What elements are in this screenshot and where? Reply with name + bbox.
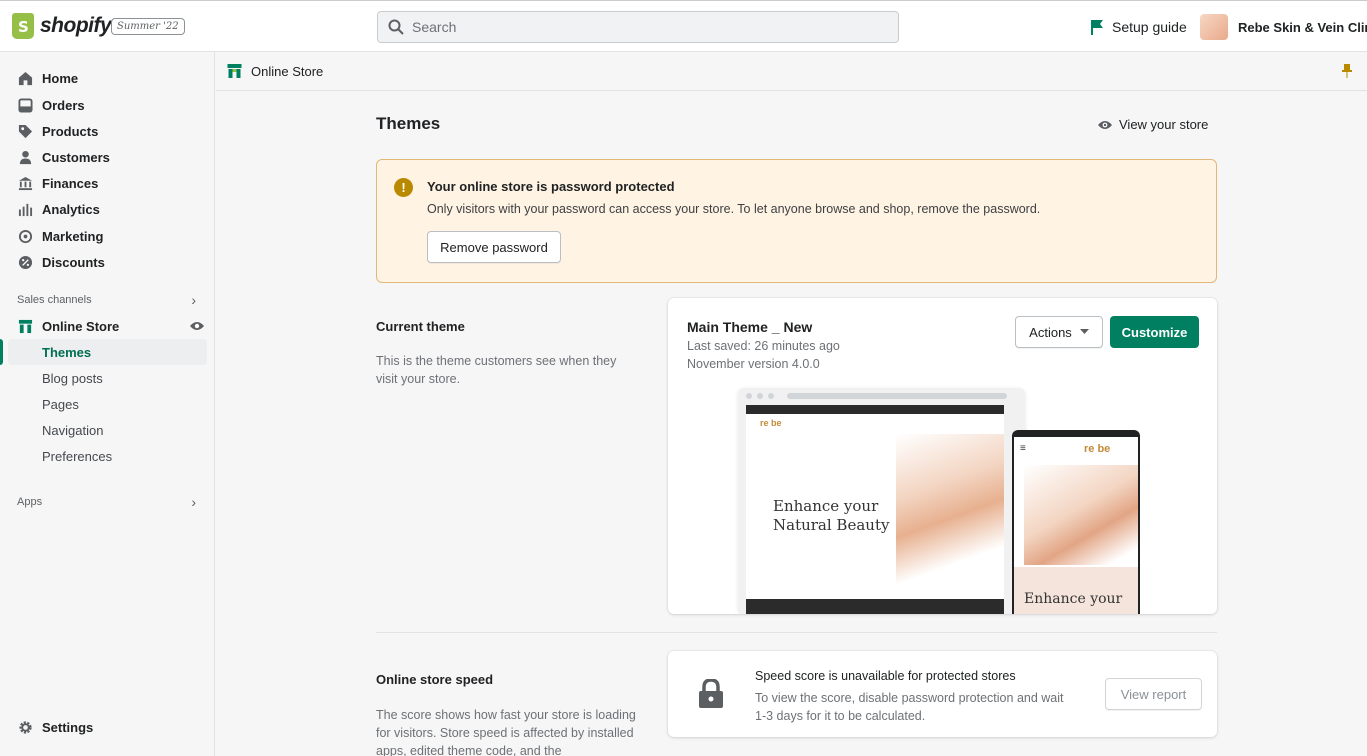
store-name: Rebe Skin & Vein Clinic [1238,19,1367,35]
preview-mobile-headline: Enhance your [1024,591,1123,607]
orders-icon [17,97,33,113]
banner-text: Only visitors with your password can acc… [427,202,1041,216]
store-icon [18,319,32,333]
preview-headline: Natural Beauty [773,516,890,534]
target-icon [18,229,32,243]
remove-password-button[interactable]: Remove password [427,231,561,263]
lock-icon [699,679,723,708]
gear-icon [18,720,32,734]
view-store-label: View your store [1119,117,1209,132]
shopify-logo[interactable]: shopify [12,13,112,39]
current-theme-card: Main Theme _ New Last saved: 26 minutes … [668,298,1217,614]
sidebar-item-label: Products [42,123,99,139]
section-divider [376,632,1217,633]
banner-title: Your online store is password protected [427,179,675,194]
caret-down-icon [1079,329,1089,334]
sidebar-item-orders[interactable]: Orders [8,92,207,118]
sidebar-item-discounts[interactable]: Discounts [8,249,207,275]
sidebar-item-label: Settings [42,719,94,735]
warning-icon: ! [394,178,413,197]
sidebar: Home Orders Products Customers Finances … [0,52,215,756]
tag-icon [18,124,32,138]
sidebar-item-customers[interactable]: Customers [8,144,207,170]
actions-label: Actions [1029,324,1072,340]
sidebar-item-analytics[interactable]: Analytics [8,196,207,222]
sidebar-subitem-navigation[interactable]: Navigation [8,417,207,443]
browser-chrome [738,388,1025,404]
sidebar-item-home[interactable]: Home [8,65,207,91]
customize-button[interactable]: Customize [1110,316,1199,348]
person-icon [19,150,31,164]
search-input[interactable]: Search [377,11,899,43]
store-account-menu[interactable]: Rebe Skin & Vein Clinic [1200,14,1367,40]
breadcrumb-label[interactable]: Online Store [251,64,323,79]
sidebar-item-online-store[interactable]: Online Store [8,313,207,339]
top-bar: shopify Summer '22 Search Setup guide Re… [0,0,1367,52]
edition-badge: Summer '22 [111,18,185,35]
search-icon [388,19,404,35]
theme-version: November version 4.0.0 [687,357,820,371]
preview-headline: Enhance your [773,497,879,515]
preview-brand: re be [1084,443,1111,455]
sidebar-item-label: Home [42,70,79,86]
speed-card-title: Speed score is unavailable for protected… [755,669,1016,683]
sidebar-item-products[interactable]: Products [8,118,207,144]
sidebar-subitem-pages[interactable]: Pages [8,391,207,417]
preview-brand: re be [760,418,782,428]
setup-guide-button[interactable]: Setup guide [1090,19,1187,35]
sidebar-item-settings[interactable]: Settings [8,714,207,740]
store-icon [227,64,242,78]
discount-icon [18,255,32,269]
chevron-right-icon[interactable]: › [191,494,196,510]
actions-dropdown[interactable]: Actions [1015,316,1103,348]
theme-last-saved: Last saved: 26 minutes ago [687,339,840,353]
breadcrumb: Online Store [216,52,1367,91]
sidebar-item-label: Marketing [42,228,104,244]
password-banner: ! Your online store is password protecte… [376,159,1217,283]
sidebar-subitem-preferences[interactable]: Preferences [8,443,207,469]
sidebar-item-label: Orders [42,97,85,113]
sales-channels-label: Sales channels [17,294,92,306]
theme-name: Main Theme _ New [687,319,813,335]
home-icon [18,71,32,85]
bar-chart-icon [18,203,32,216]
current-theme-heading: Current theme [376,319,465,334]
sidebar-subitem-themes[interactable]: Themes [0,339,207,365]
sidebar-item-label: Finances [42,175,99,191]
sidebar-item-marketing[interactable]: Marketing [8,223,207,249]
theme-preview-desktop: re be Enhance your Natural Beauty [738,388,1025,614]
sidebar-item-label: Analytics [42,201,100,217]
eye-icon[interactable] [189,320,205,332]
shopify-bag-icon [12,13,34,39]
bank-icon [18,176,32,190]
store-avatar [1200,14,1228,40]
sidebar-item-label: Online Store [42,318,120,334]
speed-card: Speed score is unavailable for protected… [668,651,1217,737]
logo-text: shopify [40,14,112,37]
sidebar-item-label: Discounts [42,254,105,270]
apps-label: Apps [17,496,43,508]
view-report-button[interactable]: View report [1105,678,1202,710]
pin-icon[interactable] [1341,64,1353,78]
view-store-link[interactable]: View your store [1097,117,1208,132]
theme-preview-mobile: ≡ re be Enhance your [1012,430,1140,614]
sidebar-item-finances[interactable]: Finances [8,170,207,196]
setup-guide-label: Setup guide [1112,19,1187,35]
current-theme-desc: This is the theme customers see when the… [376,354,617,386]
flag-icon [1091,20,1103,35]
speed-card-text: To view the score, disable password prot… [755,691,1064,723]
eye-icon [1098,120,1112,129]
sidebar-item-label: Customers [42,149,110,165]
sidebar-subitem-blog-posts[interactable]: Blog posts [8,365,207,391]
speed-heading: Online store speed [376,672,494,687]
page-title: Themes [376,114,441,133]
speed-desc: The score shows how fast your store is l… [376,708,636,756]
chevron-right-icon[interactable]: › [191,292,196,308]
search-placeholder: Search [412,19,457,35]
